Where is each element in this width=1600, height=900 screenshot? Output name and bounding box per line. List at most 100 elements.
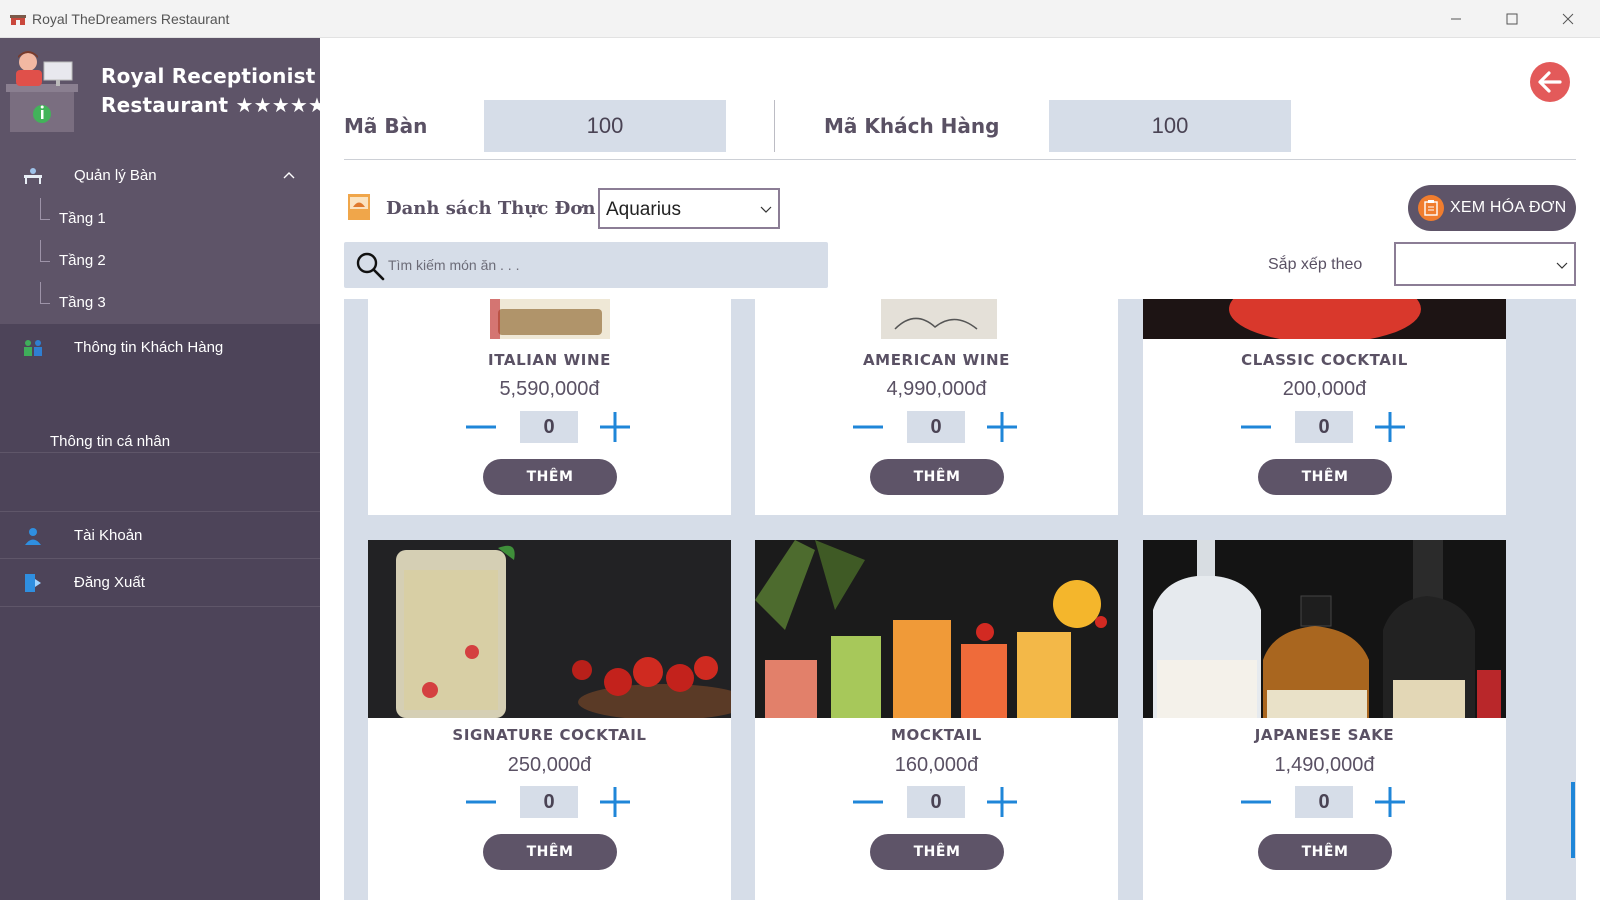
product-price: 160,000đ — [894, 754, 979, 776]
sidebar-item-label: Tầng 2 — [59, 252, 106, 269]
product-price: 200,000đ — [1282, 378, 1367, 400]
app-window: Royal TheDreamers Restaurant Royal Recep… — [0, 0, 1600, 900]
minus-icon — [853, 425, 883, 429]
increase-quantity-button[interactable] — [600, 787, 630, 817]
quantity-field[interactable]: 0 — [520, 786, 578, 818]
decrease-quantity-button[interactable] — [1241, 787, 1271, 817]
table-icon — [24, 168, 42, 184]
decrease-quantity-button[interactable] — [466, 787, 496, 817]
product-price: 250,000đ — [507, 754, 592, 776]
customers-icon — [24, 340, 42, 356]
customer-code-label: Mã Khách Hàng — [824, 114, 1000, 138]
sidebar-item-table-management[interactable]: Quản lý Bàn — [0, 154, 320, 198]
tree-connector — [40, 282, 50, 304]
decrease-quantity-button[interactable] — [853, 412, 883, 442]
add-to-order-button[interactable]: THÊM — [483, 834, 617, 870]
maximize-button[interactable] — [1492, 6, 1532, 32]
invoice-icon — [1418, 195, 1444, 221]
divider — [344, 159, 1576, 160]
increase-quantity-button[interactable] — [987, 787, 1017, 817]
table-code-label: Mã Bàn — [344, 114, 428, 138]
divider — [774, 100, 775, 152]
minimize-button[interactable] — [1436, 6, 1476, 32]
sidebar-item-logout[interactable]: Đăng Xuất — [0, 561, 320, 605]
quantity-field[interactable]: 0 — [907, 411, 965, 443]
product-image — [755, 299, 1118, 339]
plus-icon — [1375, 787, 1405, 817]
decrease-quantity-button[interactable] — [466, 412, 496, 442]
tree-connector — [40, 240, 50, 262]
brand-header: Royal Receptionist Restaurant ★★★★★ — [0, 38, 326, 154]
quantity-field[interactable]: 0 — [1295, 786, 1353, 818]
product-image — [1143, 540, 1506, 718]
sidebar-item-label: Tầng 3 — [59, 294, 106, 311]
add-to-order-button[interactable]: THÊM — [870, 834, 1004, 870]
minimize-icon — [1451, 18, 1461, 20]
product-image — [755, 540, 1118, 718]
search-input[interactable] — [388, 250, 808, 280]
product-name: JAPANESE SAKE — [1254, 726, 1395, 744]
product-price: 1,490,000đ — [1274, 754, 1375, 776]
minus-icon — [1241, 425, 1271, 429]
add-to-order-button[interactable]: THÊM — [870, 459, 1004, 495]
menu-book-icon — [348, 194, 370, 220]
add-to-order-button[interactable]: THÊM — [483, 459, 617, 495]
product-image — [368, 299, 731, 339]
increase-quantity-button[interactable] — [1375, 787, 1405, 817]
sidebar-item-label: Thông tin cá nhân — [50, 433, 171, 450]
decrease-quantity-button[interactable] — [1241, 412, 1271, 442]
scrollbar-thumb[interactable] — [1571, 782, 1575, 858]
receptionist-logo-icon — [6, 51, 78, 132]
increase-quantity-button[interactable] — [1375, 412, 1405, 442]
sidebar-item-floor-2[interactable]: Tầng 2 — [40, 240, 300, 280]
view-invoice-button[interactable]: XEM HÓA ĐƠN — [1408, 185, 1576, 231]
quantity-field[interactable]: 0 — [907, 786, 965, 818]
sidebar-item-account[interactable]: Tài Khoản — [0, 514, 320, 558]
minus-icon — [1241, 800, 1271, 804]
chevron-up-icon[interactable] — [282, 168, 296, 182]
close-button[interactable] — [1548, 6, 1588, 32]
customer-code-field[interactable]: 100 — [1049, 100, 1291, 152]
restaurant-app-icon — [10, 15, 26, 25]
product-name: SIGNATURE COCKTAIL — [452, 726, 647, 744]
product-image — [368, 540, 731, 718]
maximize-icon — [1506, 13, 1518, 25]
sidebar-item-label: Tầng 1 — [59, 210, 106, 227]
menu-list-title: Danh sách Thực Đơn — [386, 198, 596, 219]
product-grid: ITALIAN WINE 5,590,000đ 0 THÊM AMERICAN … — [344, 299, 1576, 900]
chevron-down-icon — [760, 206, 772, 213]
sidebar: Royal Receptionist Restaurant ★★★★★ Quản… — [0, 38, 326, 900]
quantity-field[interactable]: 0 — [1295, 411, 1353, 443]
brand-title-line2: Restaurant ★★★★★ — [101, 93, 327, 117]
sidebar-item-customer-info[interactable]: Thông tin Khách Hàng — [0, 326, 320, 370]
divider — [0, 511, 320, 512]
increase-quantity-button[interactable] — [600, 412, 630, 442]
sort-label: Sắp xếp theo — [1268, 256, 1363, 273]
sidebar-item-personal-info[interactable]: Thông tin cá nhân — [0, 420, 320, 464]
back-button[interactable] — [1530, 62, 1570, 102]
product-card: MOCKTAIL 160,000đ 0 THÊM — [755, 540, 1118, 900]
logout-icon — [25, 574, 41, 592]
product-card: AMERICAN WINE 4,990,000đ 0 THÊM — [755, 299, 1118, 515]
product-card: ITALIAN WINE 5,590,000đ 0 THÊM — [368, 299, 731, 515]
plus-icon — [600, 412, 630, 442]
menu-category-select[interactable]: Aquarius — [598, 188, 780, 229]
sort-select[interactable] — [1394, 242, 1576, 286]
add-to-order-button[interactable]: THÊM — [1258, 834, 1392, 870]
view-invoice-label: XEM HÓA ĐƠN — [1450, 199, 1567, 216]
brand-title-line1: Royal Receptionist — [101, 64, 316, 88]
sidebar-item-label: Quản lý Bàn — [74, 167, 157, 184]
sidebar-item-floor-3[interactable]: Tầng 3 — [40, 282, 300, 322]
minus-icon — [466, 800, 496, 804]
plus-icon — [1375, 412, 1405, 442]
product-name: AMERICAN WINE — [862, 351, 1011, 369]
sidebar-item-floor-1[interactable]: Tầng 1 — [40, 198, 300, 238]
decrease-quantity-button[interactable] — [853, 787, 883, 817]
table-code-field[interactable]: 100 — [484, 100, 726, 152]
quantity-field[interactable]: 0 — [520, 411, 578, 443]
plus-icon — [600, 787, 630, 817]
search-icon — [356, 252, 385, 281]
add-to-order-button[interactable]: THÊM — [1258, 459, 1392, 495]
main-panel: Mã Bàn 100 Mã Khách Hàng 100 Danh sách T… — [320, 38, 1600, 900]
increase-quantity-button[interactable] — [987, 412, 1017, 442]
